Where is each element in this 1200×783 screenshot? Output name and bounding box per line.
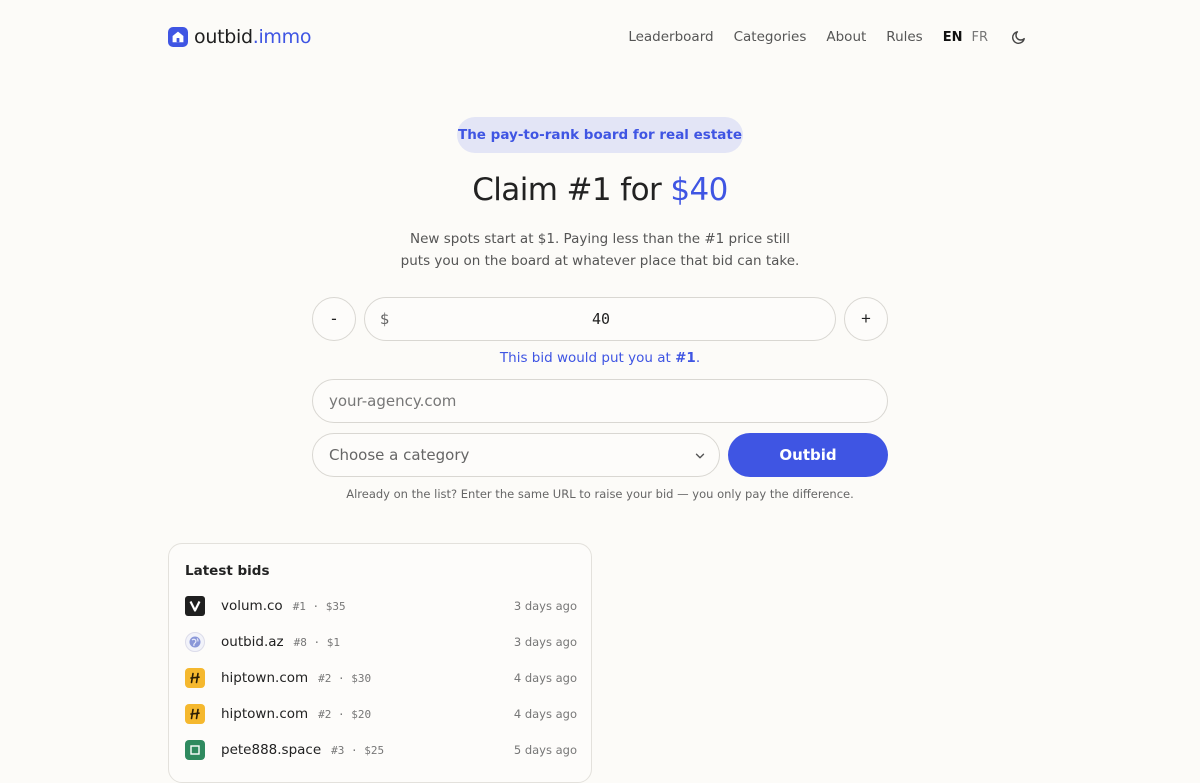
nav-categories[interactable]: Categories [734,29,807,45]
lang-en[interactable]: EN [943,30,963,45]
house-logo-icon [168,27,188,47]
bid-rank-amount: #2 · $30 [318,671,372,685]
headline-price: $40 [670,172,728,208]
list-item[interactable]: volum.co #1 · $35 3 days ago [185,594,577,618]
increase-bid-button[interactable]: + [844,297,888,341]
list-item[interactable]: outbid.az #8 · $1 3 days ago [185,630,577,654]
headline-prefix: Claim #1 for [472,172,671,208]
nav-about[interactable]: About [826,29,866,45]
hero-description-line-2: puts you on the board at whatever place … [400,253,800,269]
globe-icon [185,632,205,652]
hero-description-line-1: New spots start at $1. Paying less than … [409,231,791,247]
brand-name: outbid.immo [194,26,311,48]
hiptown-icon [185,704,205,724]
bid-domain: volum.co [221,598,283,614]
bid-rank-amount: #1 · $35 [292,599,346,613]
chevron-down-icon [695,453,705,459]
bid-domain: outbid.az [221,634,284,650]
bid-rank-amount: #8 · $1 [293,635,341,649]
bid-note-rank: #1 [675,350,696,366]
bid-time: 4 days ago [513,671,577,685]
lang-fr[interactable]: FR [971,30,988,45]
nav-rules[interactable]: Rules [886,29,922,45]
bid-rank-note: This bid would put you at #1. [300,350,900,366]
site-header: outbid.immo Leaderboard Categories About… [0,0,1200,74]
bid-time: 4 days ago [513,707,577,721]
bid-domain: pete888.space [221,742,322,758]
brand-link[interactable]: outbid.immo [168,24,311,50]
list-item[interactable]: hiptown.com #2 · $20 4 days ago [185,702,577,726]
moon-icon[interactable] [1010,28,1028,46]
bid-rank-amount: #2 · $20 [318,707,372,721]
bid-rank-amount: #3 · $25 [331,743,385,757]
bid-domain: hiptown.com [221,706,309,722]
pete-icon [185,740,205,760]
page-title: Claim #1 for $40 [300,172,900,208]
bid-time: 3 days ago [513,635,577,649]
raise-bid-hint: Already on the list? Enter the same URL … [346,487,854,501]
bid-note-prefix: This bid would put you at [499,350,676,366]
brand-name-main: outbid [194,26,253,48]
bid-amount-field: $ [364,297,836,341]
main-nav: Leaderboard Categories About Rules EN FR [608,27,1028,47]
bid-domain: hiptown.com [221,670,309,686]
latest-bids-title: Latest bids [185,563,270,579]
tagline-pill: The pay-to-rank board for real estate [457,117,743,153]
decrease-bid-button[interactable]: - [312,297,356,341]
brand-tld: .immo [252,26,312,48]
volum-icon [185,596,205,616]
list-item[interactable]: pete888.space #3 · $25 5 days ago [185,738,577,762]
category-select[interactable]: Choose a category [312,433,720,477]
nav-leaderboard[interactable]: Leaderboard [628,29,713,45]
bid-time: 3 days ago [513,599,577,613]
agency-url-input[interactable] [312,379,888,423]
hero-description: New spots start at $1. Paying less than … [380,228,820,272]
bid-note-suffix: . [695,350,701,366]
bid-time: 5 days ago [513,743,577,757]
bid-amount-input[interactable] [405,298,797,340]
category-select-value: Choose a category [329,446,470,464]
currency-symbol: $ [380,310,390,328]
latest-bids-card: Latest bids volum.co #1 · $35 3 days ago… [168,543,592,783]
outbid-button[interactable]: Outbid [728,433,888,477]
hiptown-icon [185,668,205,688]
list-item[interactable]: hiptown.com #2 · $30 4 days ago [185,666,577,690]
